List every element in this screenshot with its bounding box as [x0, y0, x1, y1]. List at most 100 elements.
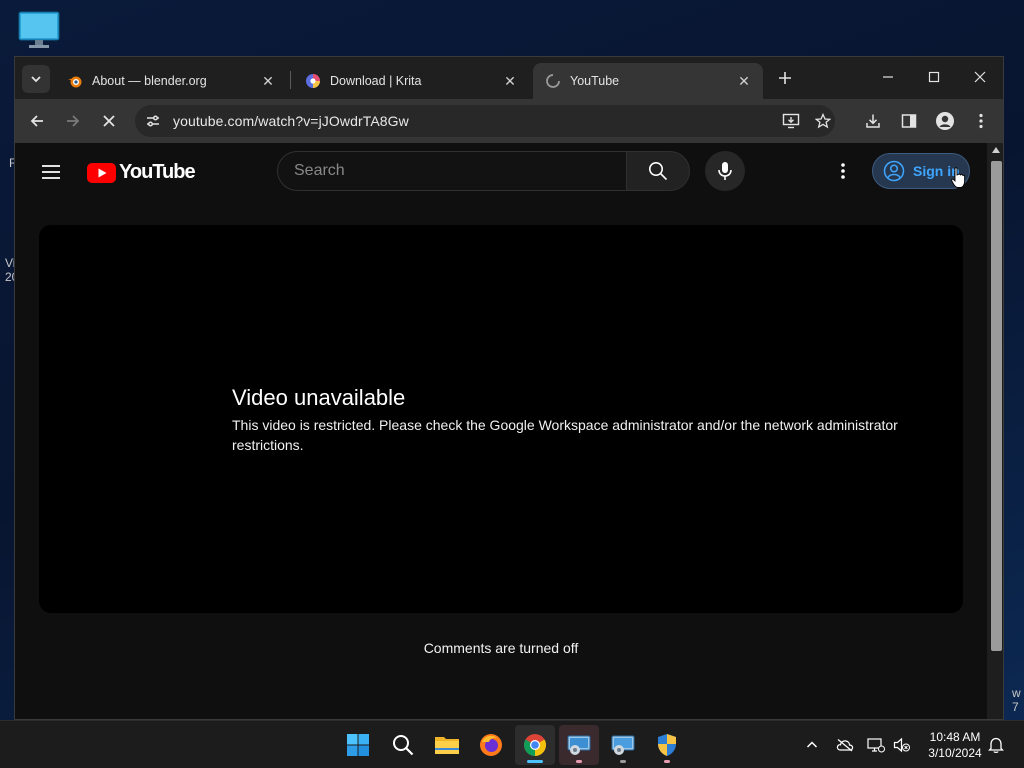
- video-player[interactable]: Video unavailable This video is restrict…: [39, 225, 963, 613]
- close-icon: [103, 115, 115, 127]
- guide-menu-button[interactable]: [39, 160, 63, 184]
- bell-icon: [988, 737, 1004, 754]
- tab-blender[interactable]: About — blender.org ✕: [55, 63, 287, 99]
- hamburger-menu-icon: [42, 165, 60, 179]
- close-icon: [974, 71, 986, 83]
- onedrive-tray-button[interactable]: [835, 735, 855, 755]
- star-icon: [815, 113, 831, 129]
- arrow-left-icon: [30, 115, 43, 127]
- downloads-button[interactable]: [859, 107, 887, 135]
- security-shield-button[interactable]: [647, 725, 687, 765]
- error-message: This video is restricted. Please check t…: [232, 417, 898, 453]
- maximize-button[interactable]: [911, 57, 957, 97]
- firefox-icon: [480, 734, 502, 756]
- tab-title: YouTube: [570, 74, 620, 88]
- network-tray-button[interactable]: [866, 735, 886, 755]
- minimize-icon: [883, 76, 893, 78]
- browser-menu-button[interactable]: [967, 107, 995, 135]
- address-bar[interactable]: youtube.com/watch?v=jJOwdrTA8Gw: [135, 105, 835, 137]
- this-pc-desktop-icon[interactable]: [17, 10, 61, 50]
- scroll-up-arrow-icon[interactable]: [992, 147, 1000, 153]
- search-icon: [393, 735, 414, 756]
- close-icon[interactable]: ✕: [501, 72, 519, 90]
- tab-separator: [290, 71, 291, 89]
- file-explorer-button[interactable]: [427, 725, 467, 765]
- browser-toolbar: youtube.com/watch?v=jJOwdrTA8Gw: [15, 99, 1003, 143]
- comments-status: Comments are turned off: [423, 640, 579, 656]
- close-icon[interactable]: ✕: [259, 72, 277, 90]
- notifications-button[interactable]: [986, 735, 1006, 755]
- shield-icon: [658, 734, 676, 756]
- taskbar: 10:48 AM 3/10/2024: [0, 720, 1024, 768]
- windows-logo-icon: [347, 734, 369, 756]
- tab-strip: About — blender.org ✕ Download | Krita ✕…: [15, 57, 1003, 99]
- show-hidden-icons-button[interactable]: [802, 735, 822, 755]
- volume-tray-button[interactable]: [892, 735, 912, 755]
- clock-time: 10:48 AM: [929, 730, 981, 744]
- bookmark-button[interactable]: [809, 107, 837, 135]
- active-app-indicator: [527, 760, 543, 763]
- chevron-up-icon: [806, 741, 818, 748]
- krita-icon: [306, 74, 320, 88]
- page-scrollbar[interactable]: [987, 143, 1003, 719]
- voice-search-button[interactable]: [705, 151, 745, 191]
- youtube-logo[interactable]: YouTube: [87, 161, 196, 184]
- chevron-down-icon: [31, 76, 41, 83]
- error-title: Video unavailable: [232, 385, 406, 410]
- running-app-indicator: [576, 760, 582, 763]
- clock-date: 3/10/2024: [928, 746, 982, 760]
- install-app-button[interactable]: [777, 107, 805, 135]
- blender-icon: [68, 76, 82, 88]
- browser-window: About — blender.org ✕ Download | Krita ✕…: [14, 56, 1004, 720]
- site-info-button[interactable]: [139, 107, 167, 135]
- side-panel-button[interactable]: [895, 107, 923, 135]
- youtube-play-icon: [87, 162, 116, 183]
- speaker-muted-icon: [893, 737, 910, 753]
- settings-menu-button[interactable]: [831, 159, 855, 183]
- remote-desktop-button[interactable]: [559, 725, 599, 765]
- forward-button[interactable]: [59, 107, 87, 135]
- install-app-icon: [782, 113, 800, 129]
- search-button[interactable]: [626, 151, 690, 191]
- more-vertical-icon: [979, 113, 983, 129]
- arrow-right-icon: [67, 115, 80, 127]
- search-input[interactable]: Search: [277, 151, 627, 191]
- tab-youtube[interactable]: YouTube ✕: [533, 63, 763, 99]
- tab-title: About — blender.org: [92, 74, 207, 88]
- chrome-button[interactable]: [515, 725, 555, 765]
- more-vertical-icon: [841, 163, 845, 179]
- close-icon[interactable]: ✕: [735, 72, 753, 90]
- new-tab-button[interactable]: [773, 66, 797, 90]
- folder-icon: [435, 737, 459, 754]
- back-button[interactable]: [23, 107, 51, 135]
- remote-desktop-icon: [567, 735, 591, 755]
- running-app-indicator: [620, 760, 626, 763]
- computer-settings-icon: [611, 735, 635, 755]
- search-placeholder: Search: [294, 162, 345, 179]
- maximize-icon: [928, 71, 940, 83]
- scroll-thumb[interactable]: [991, 161, 1002, 651]
- profile-button[interactable]: [931, 107, 959, 135]
- tab-search-button[interactable]: [22, 65, 50, 93]
- clock[interactable]: 10:48 AM 3/10/2024: [916, 729, 994, 761]
- tune-icon: [147, 115, 159, 127]
- loading-spinner-icon: [546, 74, 560, 88]
- minimize-button[interactable]: [865, 57, 911, 97]
- search-icon: [649, 162, 668, 181]
- start-button[interactable]: [338, 725, 378, 765]
- hand-cursor-icon: [951, 167, 965, 188]
- search-taskbar-button[interactable]: [383, 725, 423, 765]
- desktop-label-fragment: 7: [1012, 700, 1019, 714]
- tab-krita[interactable]: Download | Krita ✕: [293, 63, 529, 99]
- firefox-button[interactable]: [471, 725, 511, 765]
- control-panel-button[interactable]: [603, 725, 643, 765]
- chrome-icon: [524, 734, 546, 756]
- youtube-page: YouTube Search Sign in Video unavailable…: [15, 143, 987, 719]
- url-text: youtube.com/watch?v=jJOwdrTA8Gw: [173, 113, 409, 129]
- youtube-wordmark: YouTube: [119, 161, 196, 183]
- profile-icon: [936, 112, 954, 130]
- stop-loading-button[interactable]: [95, 107, 123, 135]
- account-circle-icon: [883, 160, 905, 182]
- close-window-button[interactable]: [957, 57, 1003, 97]
- tab-title: Download | Krita: [330, 74, 422, 88]
